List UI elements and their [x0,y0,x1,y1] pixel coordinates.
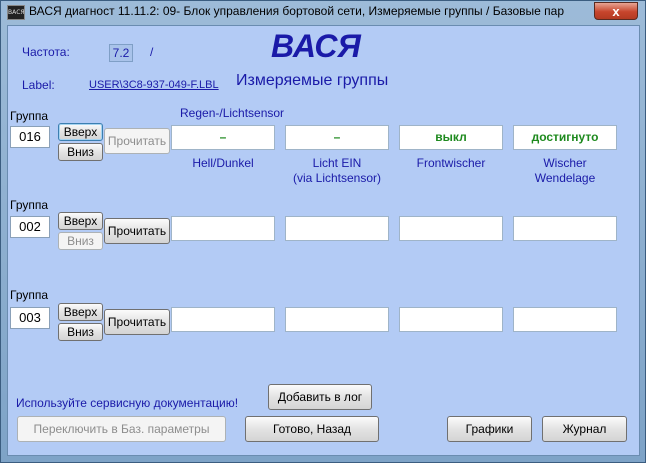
add-to-log-button[interactable]: Добавить в лог [268,384,372,410]
group-1-header: Regen-/Lichtsensor [180,106,285,120]
group-1-down-button[interactable]: Вниз [58,143,103,161]
window-title: ВАСЯ диагност 11.11.2: 09- Блок управлен… [29,4,564,18]
close-button[interactable]: x [594,2,638,20]
group-3-number[interactable]: 003 [10,307,50,329]
group-1-field-3: выкл [399,125,503,150]
frequency-value: 7.2 [109,44,133,62]
group-2-field-2 [285,216,389,241]
journal-button[interactable]: Журнал [542,416,627,442]
group-1-field-4: достигнуто [513,125,617,150]
group-3-read-button[interactable]: Прочитать [104,309,170,335]
group-3-field-3 [399,307,503,332]
group-3-up-button[interactable]: Вверх [58,303,103,321]
group-3-field-2 [285,307,389,332]
group-2-read-button[interactable]: Прочитать [104,218,170,244]
switch-basic-params-button[interactable]: Переключить в Баз. параметры [17,416,226,442]
group-2-field-3 [399,216,503,241]
group-2-label: Группа [10,198,49,212]
group-1-caption-3: Frontwischer [416,156,486,170]
group-1-caption-2: Licht EIN (via Lichtsensor) [292,156,382,185]
group-2-field-1 [171,216,275,241]
title-bar[interactable]: ВАСЯ ВАСЯ диагност 11.11.2: 09- Блок упр… [1,1,646,23]
group-1-up-button[interactable]: Вверх [58,123,103,141]
main-panel: Частота: 7.2 / ВАСЯ Label: USER\3C8-937-… [7,25,640,456]
frequency-label: Частота: [22,45,70,59]
done-back-button[interactable]: Готово, Назад [245,416,379,442]
group-2-up-button[interactable]: Вверх [58,212,103,230]
graphs-button[interactable]: Графики [447,416,532,442]
brand-title: ВАСЯ [271,28,361,64]
group-1-caption-1: Hell/Dunkel [192,156,254,170]
group-3-label: Группа [10,288,49,302]
group-1-field-1: – [171,125,275,150]
label-caption: Label: [22,78,55,92]
group-1-number[interactable]: 016 [10,126,50,148]
group-2-down-button[interactable]: Вниз [58,232,103,250]
group-2-field-4 [513,216,617,241]
group-3-field-4 [513,307,617,332]
frequency-slash: / [150,45,154,59]
group-1-caption-4: Wischer Wendelage [534,156,596,185]
group-1-label: Группа [10,109,49,123]
label-file-link[interactable]: USER\3C8-937-049-F.LBL [89,79,224,91]
group-2-number[interactable]: 002 [10,216,50,238]
app-window: ВАСЯ ВАСЯ диагност 11.11.2: 09- Блок упр… [0,0,646,463]
page-subtitle: Измеряемые группы [236,72,389,89]
app-icon: ВАСЯ [7,5,25,20]
group-3-field-1 [171,307,275,332]
group-1-field-2: – [285,125,389,150]
group-1-read-button[interactable]: Прочитать [104,128,170,154]
group-3-down-button[interactable]: Вниз [58,323,103,341]
service-doc-notice: Используйте сервисную документацию! [16,396,239,410]
